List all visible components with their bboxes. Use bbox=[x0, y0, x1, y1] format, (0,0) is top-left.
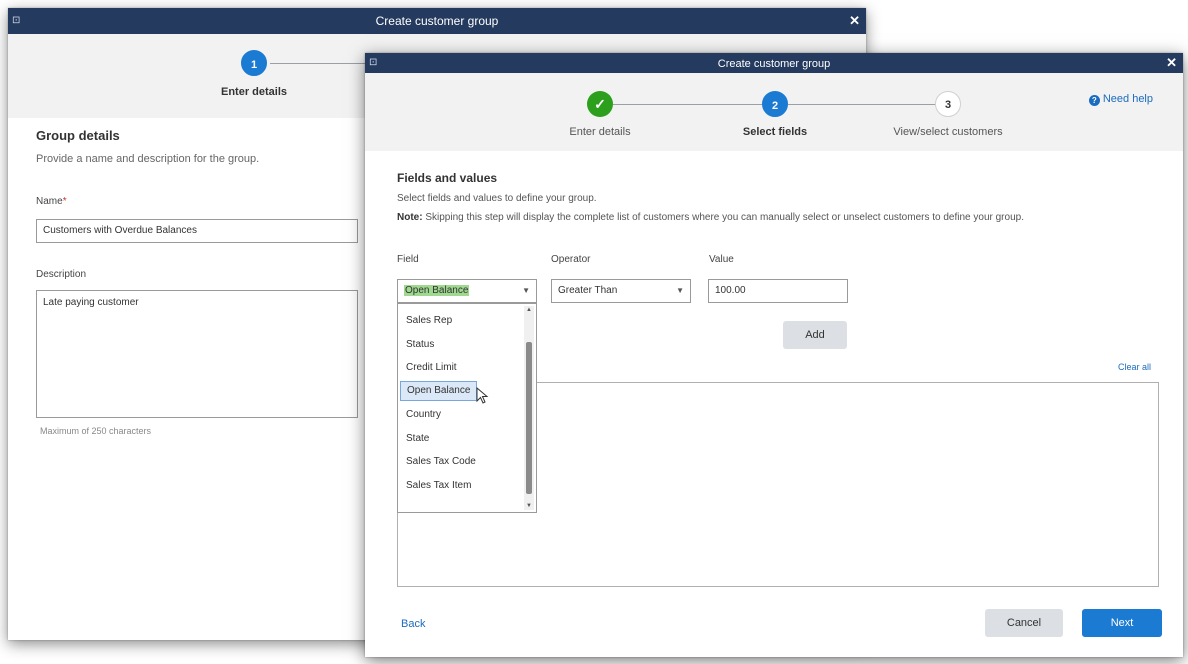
front-title-bar: ⊡ Create customer group ✕ bbox=[365, 53, 1183, 73]
dropdown-option[interactable]: Credit Limit bbox=[400, 359, 463, 377]
clear-all-link[interactable]: Clear all bbox=[1118, 362, 1151, 372]
need-help-label: Need help bbox=[1102, 93, 1153, 105]
front-dialog-title: Create customer group bbox=[717, 58, 831, 70]
cursor-icon bbox=[476, 387, 489, 404]
step-2-circle: 2 bbox=[762, 91, 788, 117]
group-details-help: Provide a name and description for the g… bbox=[36, 153, 260, 165]
window-icon: ⊡ bbox=[12, 15, 21, 26]
step-1-label: Enter details bbox=[569, 126, 631, 138]
back-link[interactable]: Back bbox=[401, 618, 425, 630]
dropdown-option[interactable]: Sales Tax Code bbox=[400, 453, 482, 471]
cancel-button[interactable]: Cancel bbox=[985, 609, 1063, 637]
field-header: Field bbox=[397, 254, 419, 265]
field-select-value: Open Balance bbox=[404, 285, 470, 296]
name-field[interactable]: Customers with Overdue Balances bbox=[36, 219, 358, 243]
dropdown-option[interactable]: Status bbox=[400, 336, 440, 354]
scroll-down-icon[interactable]: ▼ bbox=[524, 503, 534, 509]
dropdown-option[interactable]: State bbox=[400, 430, 435, 448]
field-select[interactable]: Open Balance ▼ bbox=[397, 279, 537, 303]
description-label: Description bbox=[36, 269, 87, 280]
add-button[interactable]: Add bbox=[783, 321, 847, 349]
value-input[interactable]: 100.00 bbox=[708, 279, 848, 303]
close-icon[interactable]: ✕ bbox=[849, 8, 860, 34]
check-icon: ✓ bbox=[587, 91, 613, 117]
dropdown-scrollbar[interactable]: ▲ ▼ bbox=[524, 306, 534, 510]
description-hint: Maximum of 250 characters bbox=[40, 426, 152, 436]
window-icon: ⊡ bbox=[369, 57, 378, 68]
back-title-bar: ⊡ Create customer group ✕ bbox=[8, 8, 866, 34]
chevron-down-icon: ▼ bbox=[676, 286, 684, 295]
step-connector bbox=[788, 104, 936, 105]
dropdown-option[interactable]: Country bbox=[400, 406, 447, 424]
required-marker: * bbox=[62, 196, 67, 207]
field-dropdown-list: Sales Rep Status Credit Limit Open Balan… bbox=[397, 303, 537, 513]
scrollbar-thumb[interactable] bbox=[526, 342, 532, 494]
dropdown-option[interactable]: Sales Rep bbox=[400, 312, 458, 330]
step-connector bbox=[270, 63, 380, 64]
operator-header: Operator bbox=[551, 254, 591, 265]
group-details-section: Group details Provide a name and descrip… bbox=[36, 128, 366, 436]
description-field[interactable]: Late paying customer bbox=[36, 290, 358, 418]
step-3-circle: 3 bbox=[935, 91, 961, 117]
front-stepper: ✓ 2 3 Enter details Select fields View/s… bbox=[365, 73, 1183, 151]
help-icon: ? bbox=[1088, 95, 1100, 106]
next-button[interactable]: Next bbox=[1082, 609, 1162, 637]
note-text: Skipping this step will display the comp… bbox=[425, 212, 1024, 223]
step-1-circle: 1 bbox=[241, 50, 267, 76]
group-details-title: Group details bbox=[36, 128, 120, 143]
step-3-label: View/select customers bbox=[893, 126, 1003, 138]
operator-select[interactable]: Greater Than ▼ bbox=[551, 279, 691, 303]
name-label: Name bbox=[36, 196, 63, 207]
step-2-label: Select fields bbox=[742, 126, 808, 138]
chevron-down-icon: ▼ bbox=[522, 286, 530, 295]
front-dialog: ⊡ Create customer group ✕ ✓ 2 3 Enter de… bbox=[365, 53, 1183, 657]
value-header: Value bbox=[709, 254, 734, 265]
name-label-row: Name* bbox=[36, 191, 366, 209]
fields-values-section: Fields and values Select fields and valu… bbox=[397, 171, 1163, 223]
operator-select-value: Greater Than bbox=[558, 285, 618, 296]
close-icon[interactable]: ✕ bbox=[1166, 53, 1177, 73]
back-dialog-title: Create customer group bbox=[375, 14, 499, 28]
fields-values-note: Note: Skipping this step will display th… bbox=[397, 212, 1163, 223]
step-connector bbox=[613, 104, 763, 105]
scroll-up-icon[interactable]: ▲ bbox=[524, 307, 534, 313]
step-1-label: Enter details bbox=[220, 86, 288, 98]
note-label: Note: bbox=[397, 212, 423, 223]
fields-values-title: Fields and values bbox=[397, 171, 498, 185]
fields-values-help: Select fields and values to define your … bbox=[397, 193, 597, 204]
dropdown-option-highlighted[interactable]: Open Balance bbox=[400, 381, 478, 401]
dropdown-option[interactable]: Sales Tax Item bbox=[400, 477, 477, 495]
need-help-link[interactable]: ? Need help bbox=[1088, 93, 1153, 106]
